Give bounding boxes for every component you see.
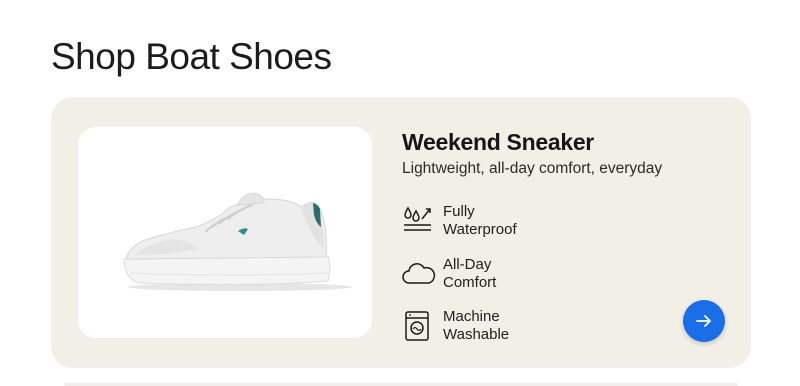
- feature-waterproof: Fully Waterproof: [400, 201, 600, 241]
- next-button[interactable]: [683, 300, 725, 342]
- product-description: Lightweight, all-day comfort, everyday: [402, 160, 663, 177]
- feature-label-line1: All-Day: [443, 256, 492, 273]
- page-title: Shop Boat Shoes: [51, 36, 332, 77]
- feature-washable: Machine Washable: [400, 306, 600, 346]
- feature-label-line2: Comfort: [443, 274, 497, 291]
- feature-label-line2: Waterproof: [443, 221, 517, 238]
- feature-label-line2: Washable: [443, 326, 510, 343]
- sneaker-illustration: [123, 192, 352, 291]
- cloud-icon: [402, 263, 436, 284]
- washing-machine-icon: [405, 311, 429, 341]
- product-name[interactable]: Weekend Sneaker: [402, 127, 594, 157]
- product-image[interactable]: [78, 127, 372, 338]
- arrow-right-icon: [696, 315, 711, 327]
- feature-label-line1: Machine: [443, 308, 500, 325]
- feature-label-line1: Fully: [443, 203, 475, 220]
- page: Shop Boat Shoes Weekend Sneaker Lightwei…: [0, 0, 800, 386]
- water-drops-icon: [404, 206, 431, 231]
- product-card[interactable]: Weekend Sneaker Lightweight, all-day com…: [51, 97, 751, 368]
- feature-comfort: All-Day Comfort: [400, 254, 600, 294]
